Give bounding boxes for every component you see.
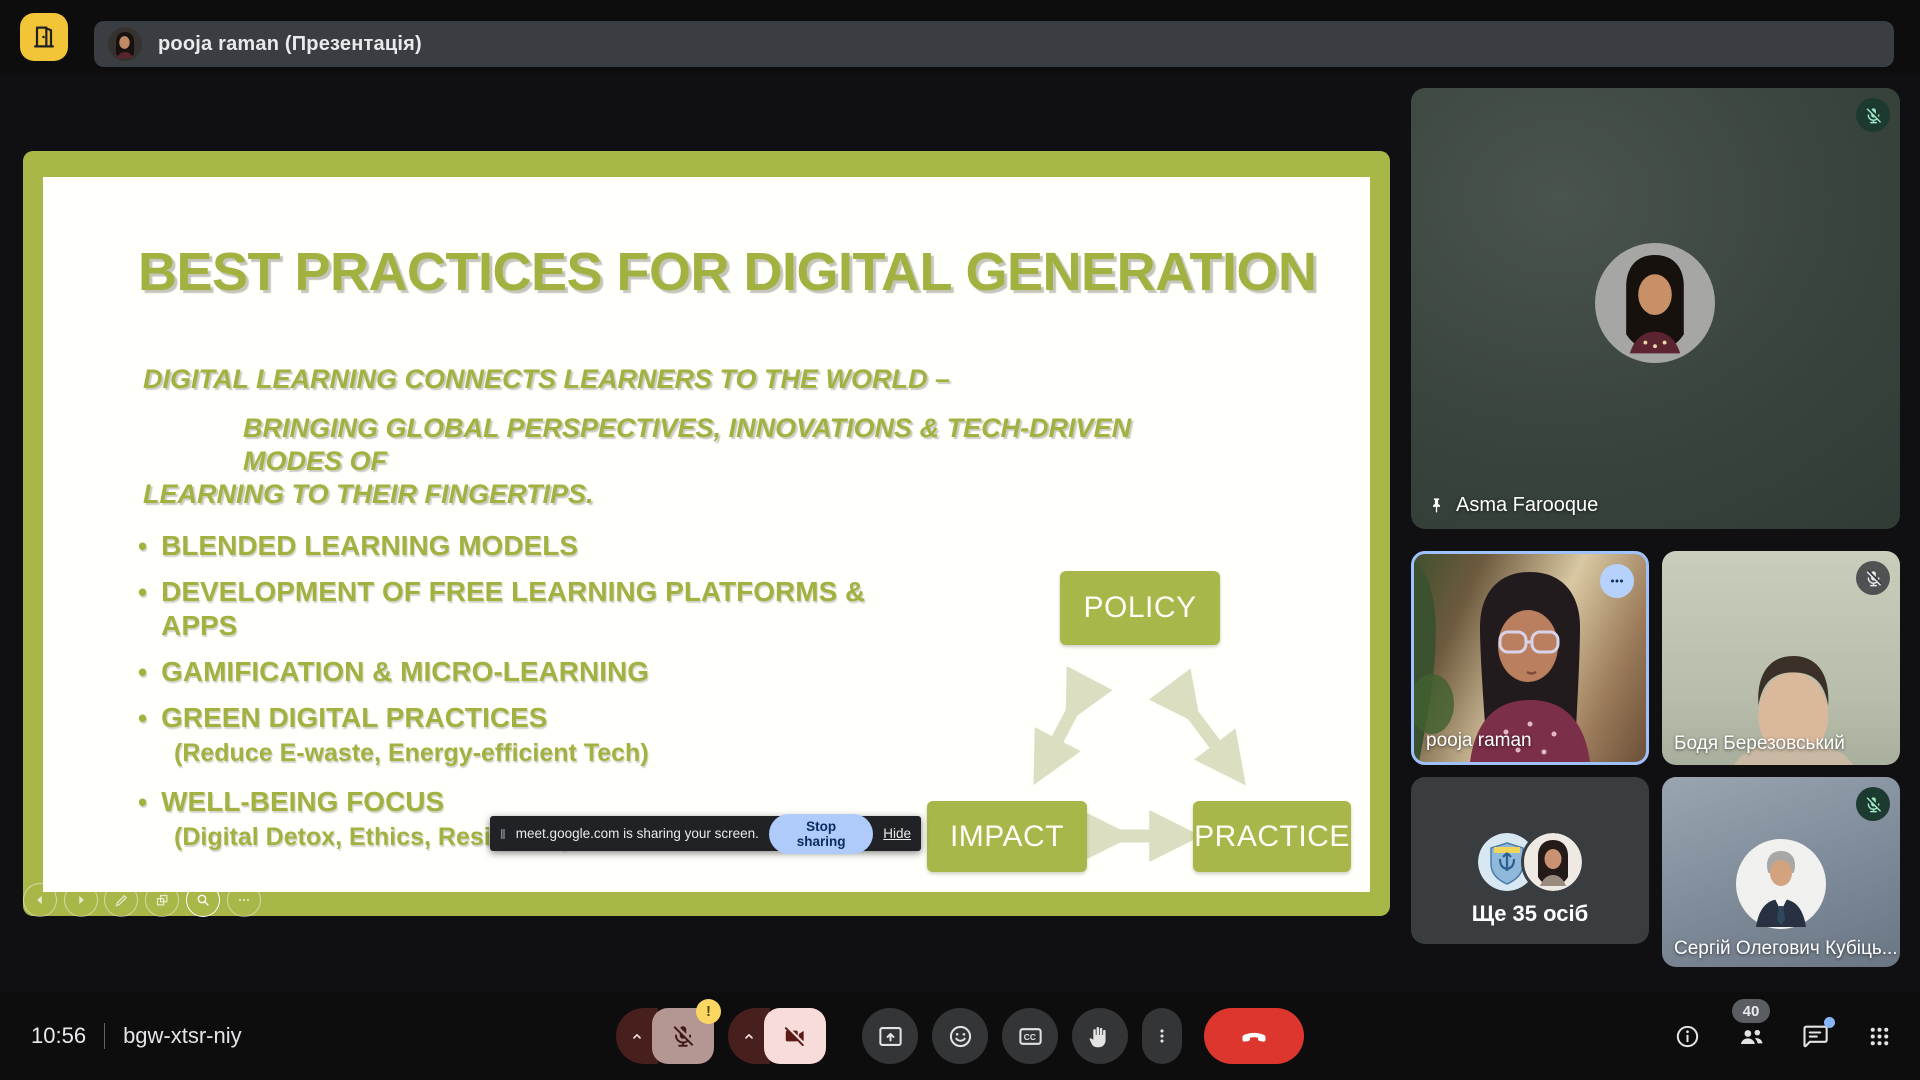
leave-call-button[interactable] — [1204, 1008, 1304, 1064]
bullet-marker: • — [138, 529, 147, 563]
bullet-item: • GREEN DIGITAL PRACTICES — [138, 701, 938, 735]
bullet-item: • BLENDED LEARNING MODELS — [138, 529, 938, 563]
more-slideshow-options-button[interactable] — [227, 883, 261, 917]
bullet-text: GAMIFICATION & MICRO-LEARNING — [161, 655, 649, 689]
top-bar: pooja raman (Презентація) — [0, 0, 1920, 73]
participant-tile-pinned[interactable]: Asma Farooque — [1411, 88, 1900, 529]
muted-mic-indicator — [1856, 787, 1890, 821]
chat-notification-dot — [1824, 1017, 1835, 1028]
presentation-tab-title: pooja raman (Презентація) — [158, 33, 422, 56]
bullet-marker: • — [138, 655, 147, 689]
presentation-tab[interactable]: pooja raman (Презентація) — [94, 21, 1894, 67]
participant-name: Бодя Березовський — [1674, 733, 1845, 755]
muted-mic-indicator — [1856, 98, 1890, 132]
microphone-control-group: ! — [616, 1008, 714, 1064]
magnifier-button[interactable] — [186, 883, 220, 917]
previous-slide-button[interactable] — [23, 883, 57, 917]
subtitle-line-1: DIGITAL LEARNING CONNECTS LEARNERS TO TH… — [143, 364, 950, 394]
reactions-button[interactable] — [932, 1008, 988, 1064]
home-door-button[interactable] — [20, 13, 68, 61]
more-participants-tile[interactable]: Ще 35 осіб — [1411, 777, 1649, 944]
muted-mic-indicator — [1856, 561, 1890, 595]
bullet-marker: • — [138, 575, 147, 643]
bullet-text: BLENDED LEARNING MODELS — [161, 529, 578, 563]
participant-tile[interactable]: Сергій Олегович Кубіць... — [1662, 777, 1900, 967]
camera-control-group — [728, 1008, 826, 1064]
participant-avatar — [1736, 839, 1826, 929]
bullet-item: • GAMIFICATION & MICRO-LEARNING — [138, 655, 938, 689]
presenter-avatar — [108, 27, 142, 61]
banner-drag-handle[interactable]: ‖ — [500, 826, 506, 842]
slide-canvas: BEST PRACTICES FOR DIGITAL GENERATION DI… — [43, 177, 1370, 892]
next-slide-button[interactable] — [64, 883, 98, 917]
participant-name: Сергій Олегович Кубіць... — [1674, 938, 1898, 960]
bullet-subtext: (Reduce E-waste, Energy-efficient Tech) — [174, 739, 938, 767]
divider — [104, 1023, 105, 1049]
banner-message: meet.google.com is sharing your screen. — [516, 826, 759, 841]
participant-avatar — [1595, 243, 1715, 363]
activities-button[interactable] — [1864, 1021, 1894, 1051]
diagram-node-policy: POLICY — [1060, 571, 1220, 645]
subtitle-line-2: BRINGING GLOBAL PERSPECTIVES, INNOVATION… — [143, 412, 1153, 478]
participant-name: pooja raman — [1426, 730, 1532, 752]
participants-panel: Asma Farooque pooja raman — [1411, 88, 1900, 965]
meeting-details-button[interactable] — [1672, 1021, 1702, 1051]
participant-avatars — [1478, 833, 1582, 891]
bullet-text: DEVELOPMENT OF FREE LEARNING PLATFORMS &… — [161, 575, 938, 643]
meeting-code: bgw-xtsr-niy — [123, 1023, 242, 1049]
captions-button[interactable]: CC — [1002, 1008, 1058, 1064]
subtitle-line-3: LEARNING TO THEIR FINGERTIPS. — [143, 478, 1153, 511]
stop-sharing-button[interactable]: Stop sharing — [769, 814, 873, 854]
screen-share-banner: ‖ meet.google.com is sharing your screen… — [490, 816, 921, 851]
meeting-info: 10:56 bgw-xtsr-niy — [31, 992, 242, 1080]
pen-tool-button[interactable] — [104, 883, 138, 917]
slide-overview-button[interactable] — [145, 883, 179, 917]
meeting-control-bar: 10:56 bgw-xtsr-niy ! — [0, 992, 1920, 1080]
people-panel-button[interactable]: 40 — [1736, 1021, 1766, 1051]
slide-subtitle: DIGITAL LEARNING CONNECTS LEARNERS TO TH… — [143, 363, 1153, 511]
slide-title: BEST PRACTICES FOR DIGITAL GENERATION — [138, 241, 1318, 303]
cc-label: CC — [1023, 1032, 1035, 1042]
call-controls: ! — [616, 1008, 1304, 1064]
slideshow-controls — [23, 883, 283, 917]
chat-panel-button[interactable] — [1800, 1021, 1830, 1051]
mic-mute-button[interactable]: ! — [652, 1008, 714, 1064]
tile-options-button[interactable] — [1600, 564, 1634, 598]
bullet-marker: • — [138, 701, 147, 735]
participant-tile[interactable]: Бодя Березовський — [1662, 551, 1900, 765]
bullet-item: • DEVELOPMENT OF FREE LEARNING PLATFORMS… — [138, 575, 938, 643]
google-meet-window: pooja raman (Презентація) BEST PRACTICES… — [0, 0, 1920, 1080]
hide-banner-link[interactable]: Hide — [883, 826, 911, 841]
shared-screen-presentation: BEST PRACTICES FOR DIGITAL GENERATION DI… — [23, 151, 1390, 916]
door-icon — [30, 23, 58, 51]
clock: 10:56 — [31, 1023, 86, 1049]
more-participants-count: Ще 35 осіб — [1411, 901, 1649, 927]
diagram-node-impact: IMPACT — [927, 801, 1087, 872]
bullet-text: WELL-BEING FOCUS — [161, 785, 444, 819]
present-screen-button[interactable] — [862, 1008, 918, 1064]
more-options-button[interactable] — [1142, 1008, 1182, 1064]
participant-name: Asma Farooque — [1456, 494, 1598, 517]
raise-hand-button[interactable] — [1072, 1008, 1128, 1064]
bullet-list: • BLENDED LEARNING MODELS • DEVELOPMENT … — [138, 529, 938, 861]
bullet-text: GREEN DIGITAL PRACTICES — [161, 701, 547, 735]
panel-controls: 40 — [1672, 992, 1894, 1080]
participant-tile-self[interactable]: pooja raman — [1411, 551, 1649, 765]
participant-count-badge: 40 — [1732, 999, 1770, 1023]
bullet-marker: • — [138, 785, 147, 819]
mic-warning-badge: ! — [696, 999, 721, 1024]
pin-icon[interactable] — [1427, 496, 1446, 515]
diagram-node-practice: PRACTICE — [1193, 801, 1351, 872]
camera-off-button[interactable] — [764, 1008, 826, 1064]
